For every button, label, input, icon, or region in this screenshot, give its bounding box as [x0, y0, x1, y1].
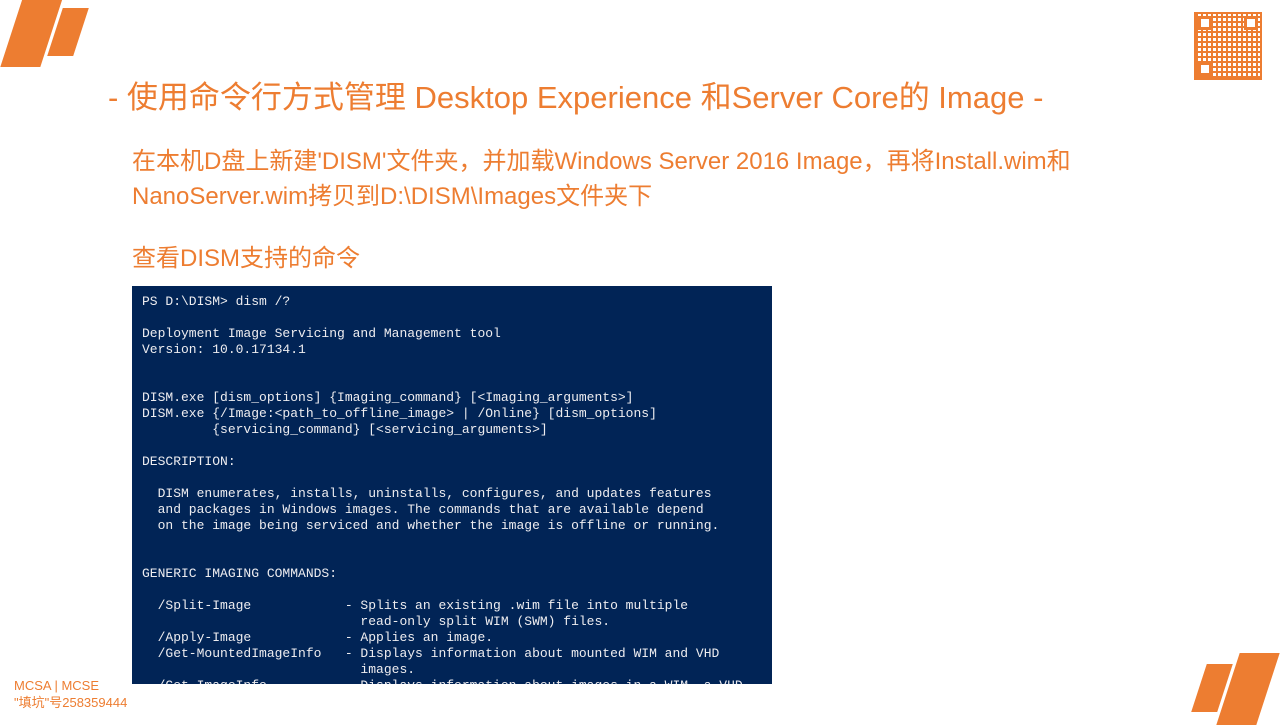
corner-decoration-bottom-right [1190, 650, 1280, 720]
footer-line-1: MCSA | MCSE [14, 678, 127, 695]
powershell-terminal: PS D:\DISM> dism /? Deployment Image Ser… [132, 286, 772, 684]
qr-code-icon [1194, 12, 1262, 80]
corner-decoration-top-left [0, 0, 90, 70]
footer-credits: MCSA | MCSE "填坑"号258359444 [14, 678, 127, 712]
slide-title: - 使用命令行方式管理 Desktop Experience 和Server C… [108, 72, 1043, 117]
slide-subtitle: 在本机D盘上新建'DISM'文件夹，并加载Windows Server 2016… [132, 145, 1180, 215]
footer-line-2: "填坑"号258359444 [14, 695, 127, 712]
section-title: 查看DISM支持的命令 [132, 238, 360, 273]
